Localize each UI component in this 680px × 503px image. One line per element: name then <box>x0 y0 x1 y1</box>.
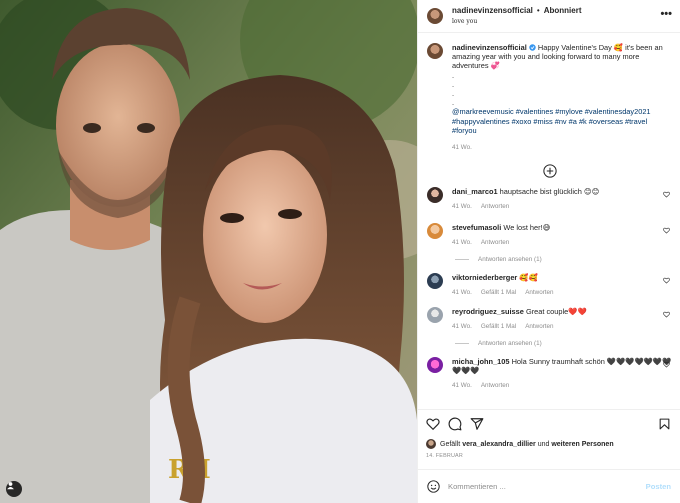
avatar[interactable] <box>427 307 443 324</box>
reply-button[interactable]: Antworten <box>481 203 509 210</box>
comment-age: 41 Wo. <box>452 289 472 297</box>
heart-icon[interactable] <box>426 417 440 431</box>
caption-age: 41 Wo. <box>452 144 472 152</box>
reply-button[interactable]: Antworten <box>481 239 509 246</box>
reply-button[interactable]: Antworten <box>525 323 553 330</box>
likes-prefix: Gefällt <box>440 440 461 448</box>
likes-user[interactable]: vera_alexandra_dillier <box>462 441 536 448</box>
caption-dot: . <box>452 79 455 89</box>
caption-emoji-1: 🥰 <box>613 43 624 52</box>
comment-input[interactable] <box>448 482 646 491</box>
comment-likes[interactable]: Gefällt 1 Mal <box>481 289 516 296</box>
comment-item: stevefumasoli We lost her!😅 41 Wo. Antwor… <box>427 223 672 247</box>
divider <box>455 259 469 261</box>
comment-text: We lost her!😅 <box>503 223 551 233</box>
avatar[interactable] <box>427 273 443 290</box>
heart-icon[interactable] <box>663 227 670 234</box>
bookmark-icon[interactable] <box>658 417 671 431</box>
comment-text: hauptsache bist glücklich 😊😊 <box>499 187 600 197</box>
caption-text-start: Happy Valentine's Day <box>537 43 614 52</box>
caption-emoji-2: 💞 <box>490 61 500 71</box>
caption: nadinevinzensofficial Happy Valentine's … <box>427 43 672 152</box>
comment-item: dani_marco1 hauptsache bist glücklich 😊😊… <box>427 187 672 211</box>
emoji-icon[interactable] <box>427 480 440 493</box>
selfie-image: R I <box>0 0 417 503</box>
post-date[interactable]: 14. FEBRUAR <box>426 453 671 459</box>
heart-icon[interactable] <box>663 277 670 284</box>
caption-username[interactable]: nadinevinzensofficial <box>452 43 527 52</box>
follow-button[interactable]: Abonniert <box>544 6 582 15</box>
post-photo[interactable]: R I <box>0 0 417 503</box>
user-tag-icon[interactable] <box>6 481 22 497</box>
avatar[interactable] <box>427 8 443 24</box>
heart-icon[interactable] <box>663 311 670 318</box>
view-replies-label[interactable]: Antworten ansehen (1) <box>478 256 542 263</box>
view-replies[interactable]: Antworten ansehen (1) <box>455 340 672 347</box>
caption-mention[interactable]: @markreevemusic <box>452 107 514 116</box>
comment-username[interactable]: stevefumasoli <box>452 223 501 232</box>
plus-circle-icon[interactable] <box>542 164 557 178</box>
avatar[interactable] <box>427 357 443 374</box>
comment-age: 41 Wo. <box>452 239 472 247</box>
post-header: nadinevinzensofficial • Abonniert love you… <box>418 0 680 33</box>
more-icon[interactable]: ••• <box>660 8 672 20</box>
instagram-post: R I nadinevinzensofficial • Abonniert love… <box>0 0 680 503</box>
comment-item: reyrodriguez_suisse Great couple❤️❤️ 41 … <box>427 307 672 331</box>
comment-icon[interactable] <box>448 417 462 431</box>
comment-age: 41 Wo. <box>452 382 472 390</box>
likes-summary: Gefällt vera_alexandra_dillier und weite… <box>426 439 671 449</box>
comment-age: 41 Wo. <box>452 323 472 331</box>
view-replies[interactable]: Antworten ansehen (1) <box>455 256 672 263</box>
reply-button[interactable]: Antworten <box>525 289 553 296</box>
add-comment-bar: Posten <box>418 469 680 503</box>
header-username[interactable]: nadinevinzensofficial <box>452 6 533 15</box>
comment-text: 🥰🥰 <box>519 273 538 283</box>
header-separator: • <box>536 5 540 15</box>
comment-username[interactable]: micha_john_105 <box>452 357 510 366</box>
load-more-comments[interactable] <box>427 164 672 178</box>
header-subtitle: love you <box>452 17 478 25</box>
comments-scroll-area[interactable]: nadinevinzensofficial Happy Valentine's … <box>418 33 680 409</box>
reply-button[interactable]: Antworten <box>481 382 509 389</box>
comment-item: micha_john_105 Hola Sunny traumhaft schö… <box>427 357 672 390</box>
comment-text: Great couple❤️❤️ <box>525 307 587 317</box>
avatar[interactable] <box>427 43 443 59</box>
comment-likes[interactable]: Gefällt 1 Mal <box>481 323 516 330</box>
avatar[interactable] <box>427 223 443 240</box>
post-button[interactable]: Posten <box>646 482 671 491</box>
share-icon[interactable] <box>470 417 484 431</box>
heart-icon[interactable] <box>663 191 670 198</box>
comment-username[interactable]: viktorniederberger <box>452 273 517 282</box>
likes-middle: und <box>537 440 550 448</box>
post-actions: Gefällt vera_alexandra_dillier und weite… <box>418 409 680 469</box>
comment-username[interactable]: reyrodriguez_suisse <box>452 307 524 316</box>
divider <box>455 343 469 345</box>
caption-dot: . <box>452 89 455 99</box>
comment-username[interactable]: dani_marco1 <box>452 187 498 196</box>
avatar[interactable] <box>427 187 443 204</box>
view-replies-label[interactable]: Antworten ansehen (1) <box>478 340 542 347</box>
comment-item: viktorniederberger 🥰🥰 41 Wo. Gefällt 1 Ma… <box>427 273 672 297</box>
verified-icon <box>529 44 536 51</box>
avatar[interactable] <box>426 439 436 449</box>
caption-dot: . <box>452 70 455 80</box>
heart-icon[interactable] <box>663 361 670 368</box>
likes-others[interactable]: weiteren Personen <box>551 441 613 448</box>
post-side-panel: nadinevinzensofficial • Abonniert love you… <box>417 0 680 503</box>
comment-age: 41 Wo. <box>452 203 472 211</box>
caption-dot: . <box>452 98 455 108</box>
